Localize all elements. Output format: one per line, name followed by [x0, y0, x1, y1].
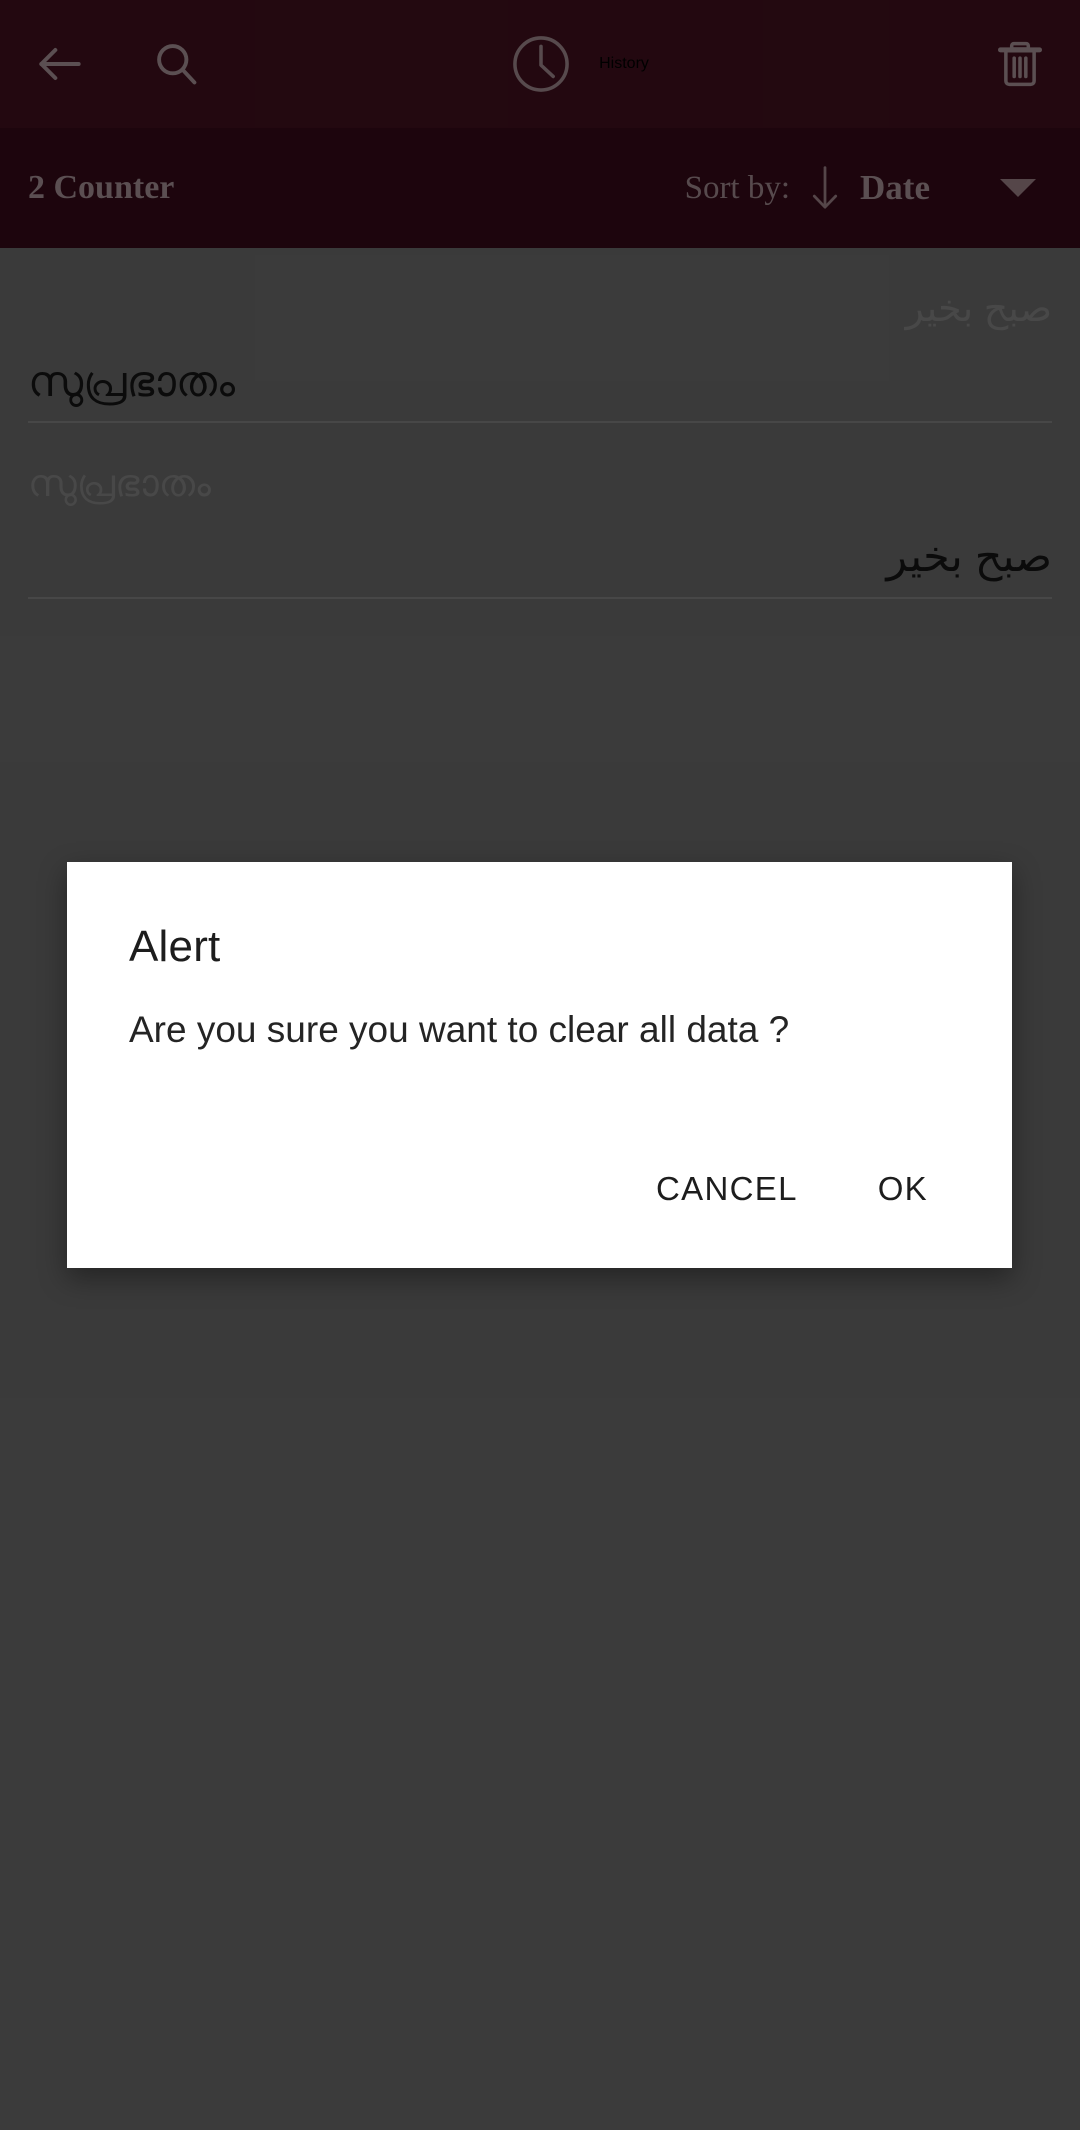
dialog-title: Alert: [129, 922, 221, 971]
cancel-button[interactable]: CANCEL: [634, 1156, 820, 1222]
ok-button[interactable]: OK: [856, 1156, 950, 1222]
dialog-message: Are you sure you want to clear all data …: [129, 1009, 790, 1050]
dialog-actions: CANCEL OK: [67, 1156, 1012, 1268]
alert-dialog: Alert Are you sure you want to clear all…: [67, 862, 1012, 1268]
